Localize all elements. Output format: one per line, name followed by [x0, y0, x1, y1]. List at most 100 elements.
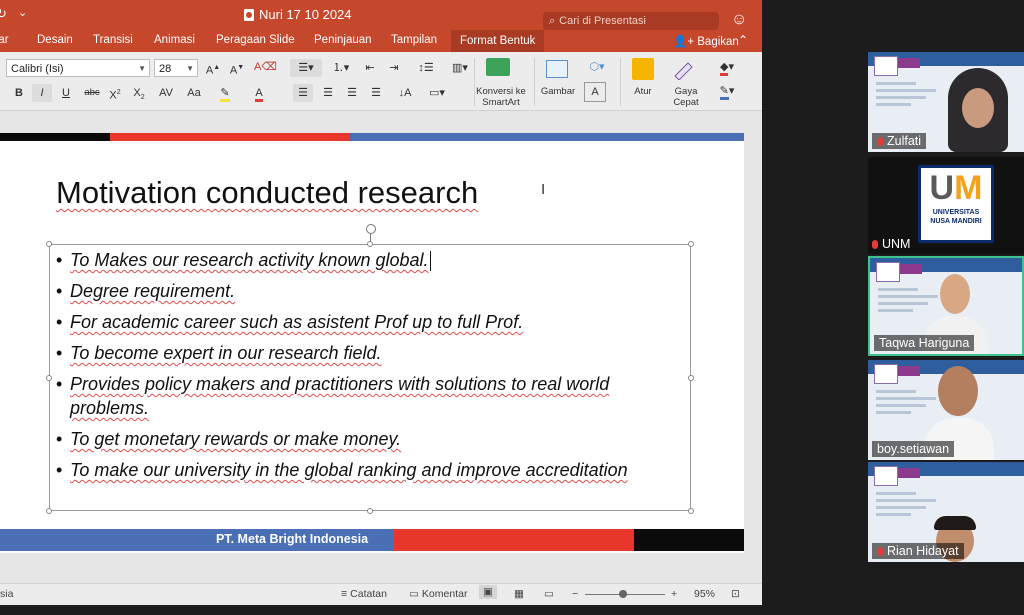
- text-cursor-icon: I: [541, 181, 546, 198]
- line-spacing-icon[interactable]: ↕☰: [412, 59, 440, 77]
- quick-access-menu-icon[interactable]: ⌄: [18, 6, 27, 19]
- shape-outline-icon[interactable]: ✎▾: [714, 82, 740, 100]
- top-stripe-blue: [350, 133, 744, 141]
- quick-styles-button[interactable]: Gaya Cepat: [666, 86, 706, 108]
- highlight-color-icon[interactable]: ✎: [212, 84, 238, 102]
- shapes-icon[interactable]: ⬡▾: [584, 58, 610, 76]
- underline-icon[interactable]: U: [57, 84, 75, 102]
- numbering-icon[interactable]: ⒈▾: [326, 59, 356, 77]
- list-item[interactable]: To become expert in our research field.: [54, 341, 686, 365]
- zoom-in-icon[interactable]: +: [671, 588, 677, 600]
- increase-font-size-icon[interactable]: A▲: [202, 59, 224, 77]
- fit-to-window-icon[interactable]: ⊡: [731, 588, 740, 600]
- shape-fill-icon[interactable]: ◆▾: [714, 58, 740, 76]
- font-size-select[interactable]: 28 ▼: [154, 59, 198, 77]
- notes-button[interactable]: ≡ Catatan: [341, 588, 387, 600]
- clear-formatting-icon[interactable]: A⌫: [254, 58, 277, 76]
- tab-format-shape[interactable]: Format Bentuk: [451, 30, 545, 52]
- convert-smartart-button[interactable]: Konversi ke SmartArt: [472, 86, 530, 108]
- tab-insert[interactable]: bar: [0, 34, 9, 46]
- participant-tile[interactable]: Zulfati: [868, 52, 1024, 152]
- resize-handle[interactable]: [46, 508, 52, 514]
- tab-animations[interactable]: Animasi: [154, 34, 195, 46]
- tab-review[interactable]: Peninjauan: [314, 34, 372, 46]
- list-item[interactable]: Provides policy makers and practitioners…: [54, 372, 686, 420]
- participant-tile-active-speaker[interactable]: Taqwa Hariguna: [868, 256, 1024, 356]
- participant-name: Taqwa Hariguna: [874, 335, 975, 351]
- comments-button[interactable]: ▭ Komentar: [409, 588, 467, 600]
- arrange-button[interactable]: Atur: [628, 86, 658, 97]
- strikethrough-icon[interactable]: abc: [80, 84, 104, 102]
- align-right-icon[interactable]: ☰: [342, 84, 362, 102]
- slideshow-view-icon[interactable]: ▭: [544, 588, 554, 600]
- increase-indent-icon[interactable]: ⇥: [384, 59, 404, 77]
- search-input[interactable]: ⌕ Cari di Presentasi: [543, 12, 719, 30]
- subscript-icon[interactable]: X2: [130, 84, 148, 102]
- notes-icon: ≡: [341, 588, 348, 600]
- participant-name: UNM: [872, 237, 910, 251]
- resize-handle[interactable]: [688, 241, 694, 247]
- italic-icon[interactable]: I: [32, 84, 52, 102]
- feedback-smiley-icon[interactable]: ☺: [731, 11, 747, 29]
- picture-icon[interactable]: [546, 60, 568, 78]
- align-text-icon[interactable]: ▭▾: [424, 84, 450, 102]
- picture-button[interactable]: Gambar: [538, 86, 578, 97]
- slide-editor-canvas: Motivation conducted research I To Makes…: [0, 111, 762, 583]
- zoom-level[interactable]: 95%: [694, 588, 715, 600]
- language-status[interactable]: sia: [0, 588, 13, 600]
- change-case-icon[interactable]: Aa: [182, 84, 206, 102]
- normal-view-icon[interactable]: ▣: [479, 585, 497, 599]
- slide-footer: PT. Meta Bright Indonesia: [0, 529, 744, 551]
- share-button[interactable]: 👤+ Bagikan: [673, 34, 739, 48]
- resize-handle[interactable]: [46, 375, 52, 381]
- participant-tile[interactable]: UM UNIVERSITAS NUSA MANDIRI UNM: [868, 157, 1024, 254]
- justify-icon[interactable]: ☰: [366, 84, 386, 102]
- align-center-icon[interactable]: ☰: [318, 84, 338, 102]
- resize-handle[interactable]: [688, 508, 694, 514]
- ribbon-toolbar: Calibri (Isi) ▼ 28 ▼ A▲ A▼ A⌫ B I U abc X2…: [0, 52, 762, 111]
- bullets-icon[interactable]: ☰▾: [290, 59, 322, 77]
- slide-title[interactable]: Motivation conducted research: [56, 175, 478, 211]
- slide: Motivation conducted research I To Makes…: [0, 133, 744, 553]
- font-name-select[interactable]: Calibri (Isi) ▼: [6, 59, 150, 77]
- resize-handle[interactable]: [688, 375, 694, 381]
- text-direction-icon[interactable]: ↓A: [392, 84, 418, 102]
- participant-tile[interactable]: Rian Hidayat: [868, 462, 1024, 562]
- list-item[interactable]: To get monetary rewards or make money.: [54, 427, 686, 451]
- list-item[interactable]: To Makes our research activity known glo…: [54, 248, 686, 272]
- list-item[interactable]: Degree requirement.: [54, 279, 686, 303]
- top-stripe-black: [0, 133, 110, 141]
- decrease-indent-icon[interactable]: ⇤: [360, 59, 380, 77]
- collapse-ribbon-icon[interactable]: ⌃: [738, 33, 748, 47]
- character-spacing-icon[interactable]: AV: [154, 84, 178, 102]
- arrange-icon[interactable]: [632, 58, 654, 80]
- superscript-icon[interactable]: X2: [106, 84, 124, 102]
- tab-design[interactable]: Desain: [37, 34, 73, 46]
- slide-sorter-icon[interactable]: ▦: [514, 588, 524, 600]
- chevron-down-icon: ▼: [186, 64, 194, 73]
- participant-name: Rian Hidayat: [872, 543, 964, 559]
- footer-company-name: PT. Meta Bright Indonesia: [216, 532, 369, 546]
- tab-transitions[interactable]: Transisi: [93, 34, 133, 46]
- quick-styles-icon[interactable]: [672, 58, 696, 81]
- zoom-slider-knob[interactable]: [619, 590, 627, 598]
- align-left-icon[interactable]: ☰: [293, 84, 313, 102]
- tab-view[interactable]: Tampilan: [391, 34, 437, 46]
- bullet-text-box[interactable]: To Makes our research activity known glo…: [46, 241, 694, 514]
- rotate-handle[interactable]: [366, 224, 376, 234]
- tab-slideshow[interactable]: Peragaan Slide: [216, 34, 295, 46]
- participant-tile[interactable]: boy.setiawan: [868, 360, 1024, 460]
- decrease-font-size-icon[interactable]: A▼: [226, 59, 248, 77]
- resize-handle[interactable]: [367, 508, 373, 514]
- smartart-icon[interactable]: [486, 58, 510, 76]
- university-logo-icon: [874, 364, 898, 384]
- text-box-icon[interactable]: A: [584, 82, 606, 102]
- zoom-out-icon[interactable]: −: [572, 588, 578, 600]
- resize-handle[interactable]: [46, 241, 52, 247]
- list-item[interactable]: To make our university in the global ran…: [54, 458, 686, 482]
- redo-icon[interactable]: ↻: [0, 6, 7, 22]
- bold-icon[interactable]: B: [10, 84, 28, 102]
- font-color-icon[interactable]: A: [246, 84, 272, 102]
- list-item[interactable]: For academic career such as asistent Pro…: [54, 310, 686, 334]
- columns-icon[interactable]: ▥▾: [446, 59, 474, 77]
